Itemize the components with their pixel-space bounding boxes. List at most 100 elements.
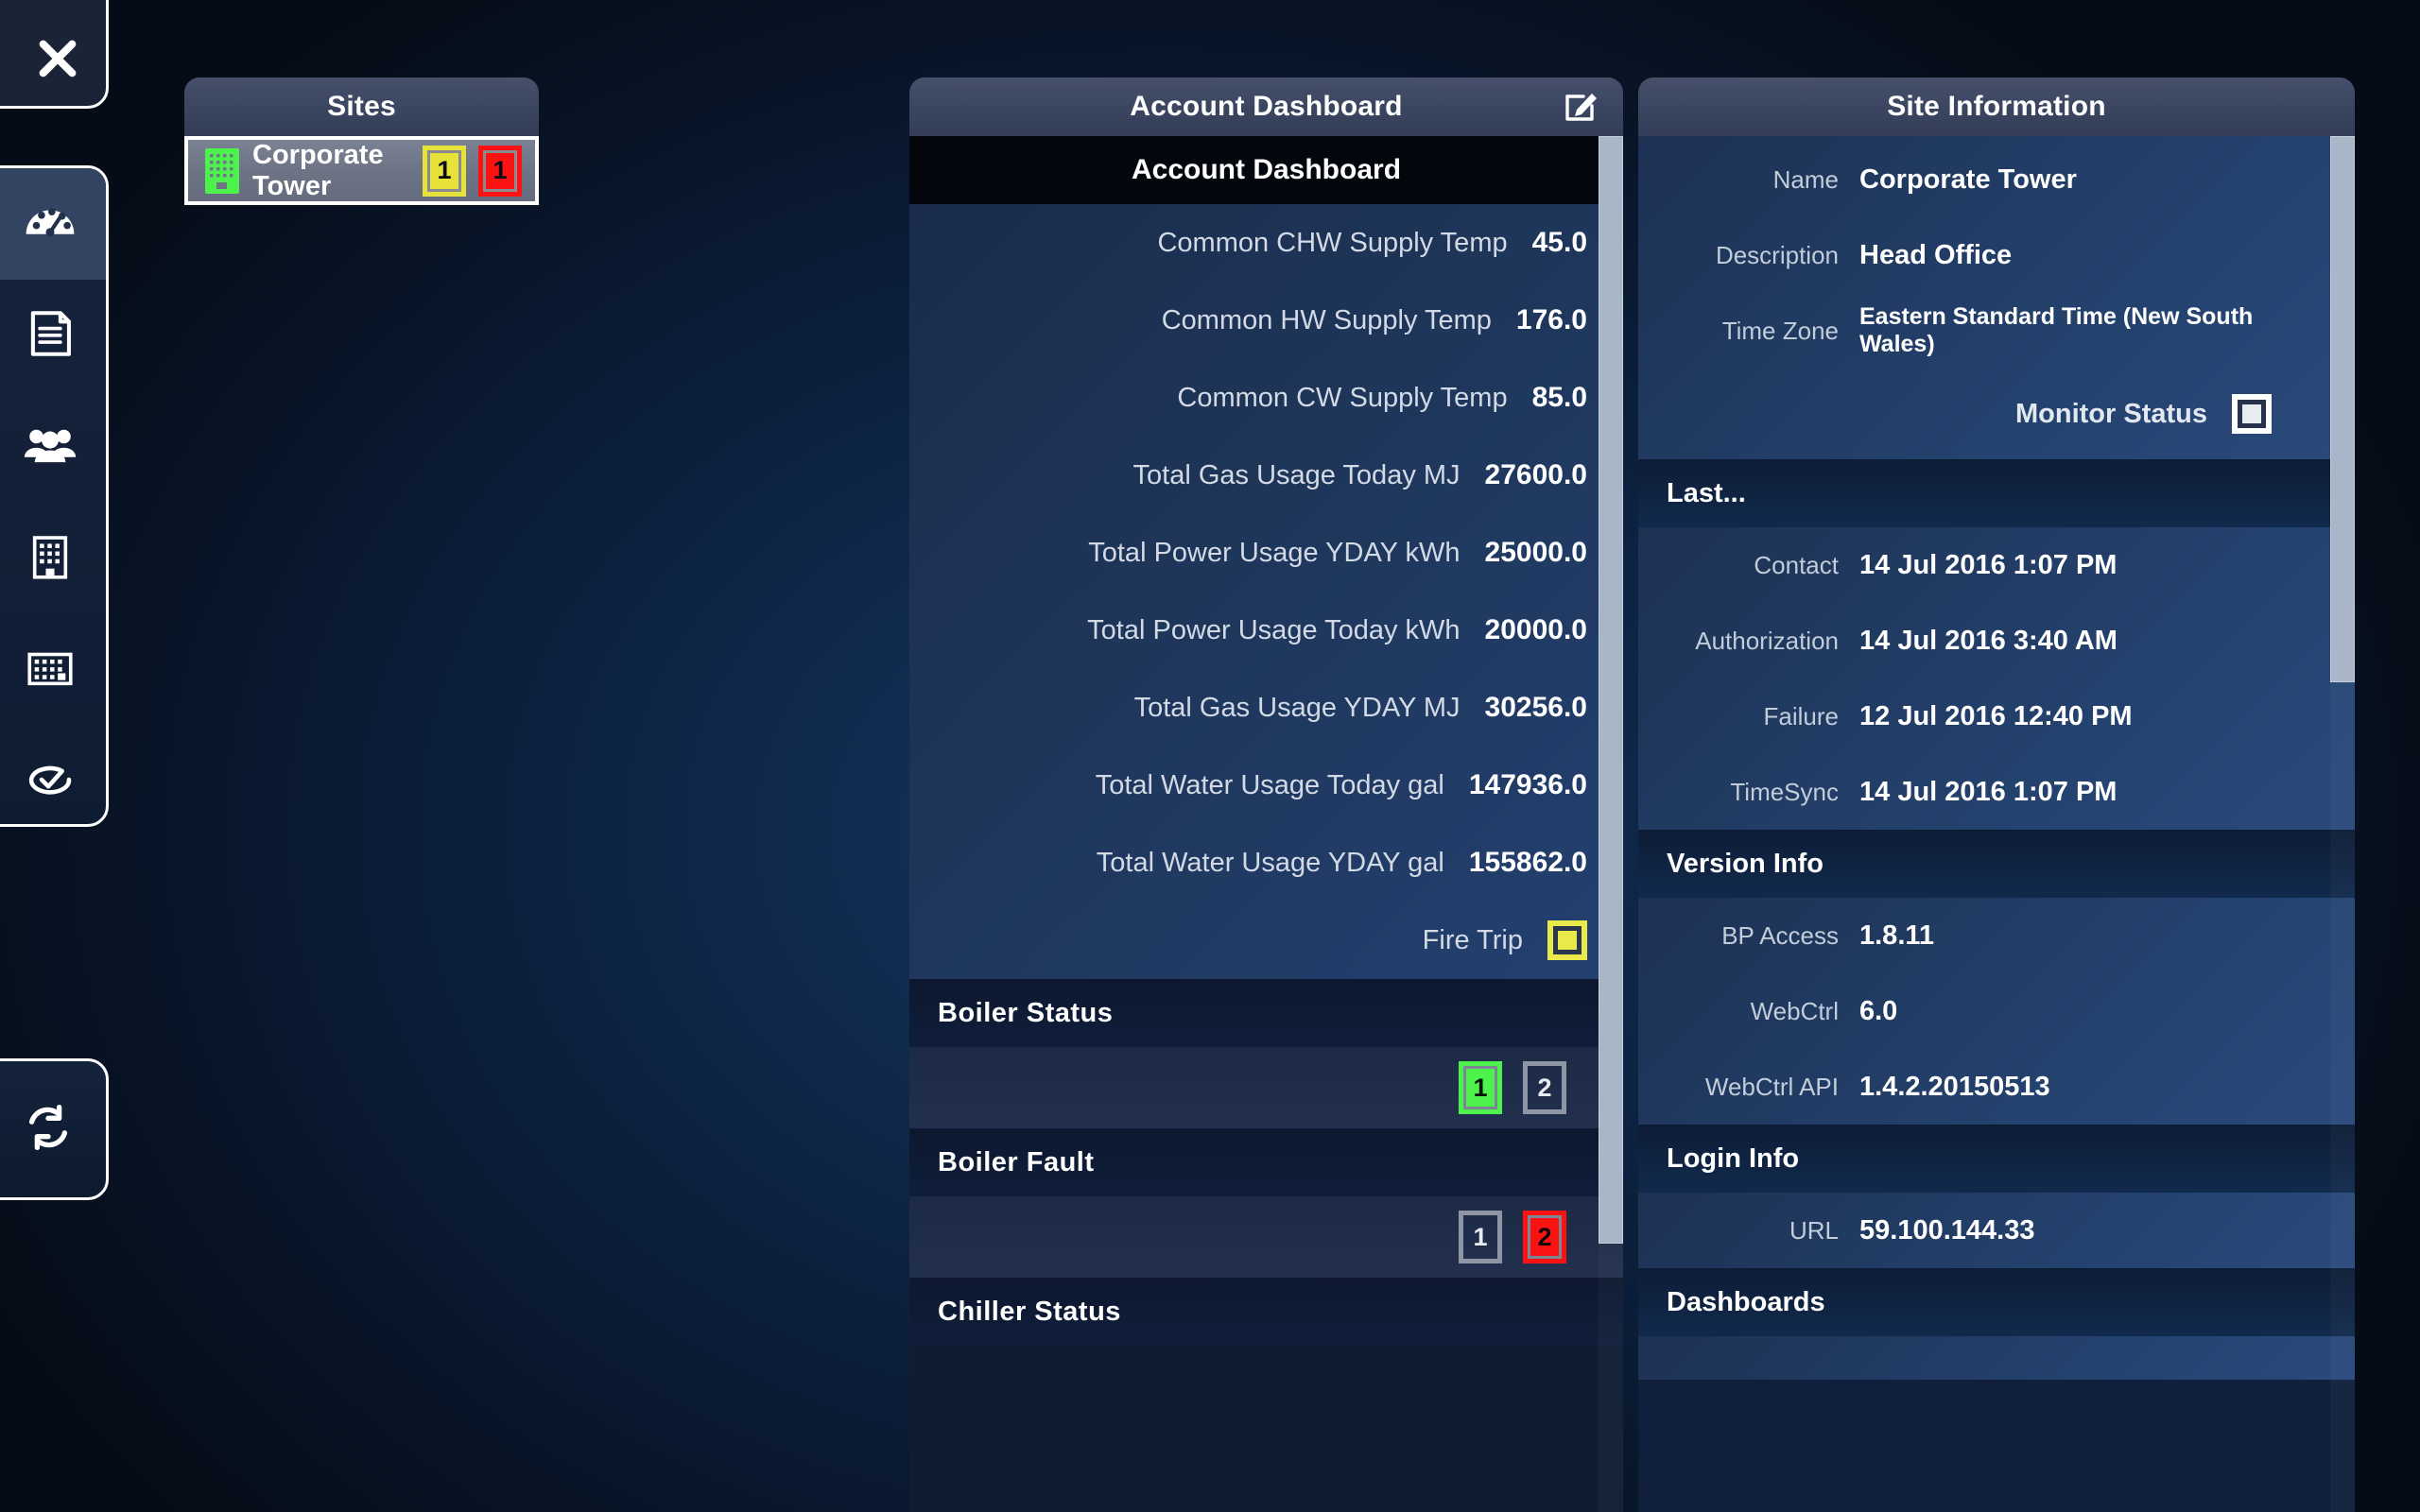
boiler-status-badge-2[interactable]: 2 (1523, 1061, 1566, 1114)
metric-label: Total Water Usage Today gal (1095, 769, 1444, 800)
people-icon (23, 418, 78, 477)
dashboard-scrollbar[interactable] (1599, 136, 1623, 1512)
metric-label: Common CHW Supply Temp (1157, 227, 1508, 258)
metric-label: Common CW Supply Temp (1177, 382, 1508, 413)
sidebar-item-equipment[interactable] (0, 614, 106, 726)
metric-value: 45.0 (1531, 227, 1587, 258)
metric-label: Total Gas Usage Today MJ (1132, 459, 1461, 490)
field-value: 14 Jul 2016 1:07 PM (1859, 776, 2118, 807)
field-value: 12 Jul 2016 12:40 PM (1859, 700, 2133, 731)
sites-panel-title: Sites (327, 91, 396, 122)
status-badge-warning[interactable]: 1 (423, 145, 466, 197)
metric-row: Total Gas Usage Today MJ 27600.0 (909, 437, 1623, 514)
boiler-fault-badge-2[interactable]: 2 (1523, 1211, 1566, 1263)
dashboard-panel-title: Account Dashboard (1130, 91, 1403, 122)
version-webctrl-row: WebCtrl 6.0 (1638, 973, 2355, 1049)
sidebar-item-schedules[interactable] (0, 726, 106, 824)
yellow-square-indicator (1547, 920, 1587, 960)
site-info-scrollbar-thumb[interactable] (2330, 136, 2355, 682)
refresh-button[interactable] (0, 1058, 109, 1200)
metric-value: 25000.0 (1484, 537, 1587, 568)
site-badges: 1 1 (423, 145, 522, 197)
metric-value: 27600.0 (1484, 459, 1587, 490)
metric-value: 85.0 (1531, 382, 1587, 413)
metrics-list: Common CHW Supply Temp 45.0 Common HW Su… (909, 204, 1623, 979)
group-row-boiler-status: 1 2 (909, 1047, 1623, 1128)
edit-dashboard-button[interactable] (1561, 86, 1602, 128)
field-label: Authorization (1695, 626, 1839, 655)
group-header-chiller-status: Chiller Status (909, 1278, 1623, 1346)
field-value: 14 Jul 2016 1:07 PM (1859, 549, 2118, 580)
site-info-section-last: Last... (1638, 459, 2355, 527)
metric-row-fire-trip: Fire Trip (909, 902, 1623, 979)
site-info-section-login: Login Info (1638, 1125, 2355, 1193)
dashboard-scroll-body: Account Dashboard Common CHW Supply Temp… (909, 136, 1623, 1512)
field-label: URL (1789, 1215, 1839, 1245)
field-value: Corporate Tower (1859, 163, 2077, 195)
building-icon (23, 529, 78, 589)
field-label: Time Zone (1721, 316, 1839, 345)
site-list-item-corporate-tower[interactable]: Corporate Tower 1 1 (184, 136, 539, 205)
metric-row: Total Water Usage Today gal 147936.0 (909, 747, 1623, 824)
document-icon (23, 306, 78, 366)
last-authorization-row: Authorization 14 Jul 2016 3:40 AM (1638, 603, 2355, 679)
site-info-scrollbar[interactable] (2330, 136, 2355, 1512)
login-url-row: URL 59.100.144.33 (1638, 1193, 2355, 1268)
metric-value: 30256.0 (1484, 692, 1587, 723)
field-value: 1.4.2.20150513 (1859, 1071, 2050, 1102)
white-square-indicator (2232, 394, 2272, 434)
monitor-status-label: Monitor Status (2015, 398, 2207, 429)
dashboard-scrollbar-thumb[interactable] (1599, 136, 1623, 1244)
fire-trip-label: Fire Trip (1422, 924, 1523, 955)
group-header-boiler-status: Boiler Status (909, 979, 1623, 1047)
field-label: WebCtrl API (1704, 1072, 1839, 1101)
field-label: BP Access (1721, 920, 1839, 950)
sites-panel-header: Sites (184, 77, 539, 136)
metric-row: Total Water Usage YDAY gal 155862.0 (909, 824, 1623, 902)
field-value: Eastern Standard Time (New South Wales) (1859, 303, 2254, 357)
site-info-panel-header: Site Information (1638, 77, 2355, 136)
site-info-details-block: Name Corporate Tower Description Head Of… (1638, 136, 2355, 459)
site-info-version-block: BP Access 1.8.11 WebCtrl 6.0 WebCtrl API… (1638, 898, 2355, 1125)
dashboard-subheader: Account Dashboard (909, 136, 1623, 204)
building-icon (205, 147, 239, 194)
site-info-monitor-status: Monitor Status (1638, 369, 2355, 459)
boiler-fault-badge-1[interactable]: 1 (1459, 1211, 1502, 1263)
group-header-boiler-fault: Boiler Fault (909, 1128, 1623, 1196)
metric-row: Total Power Usage YDAY kWh 25000.0 (909, 514, 1623, 592)
refresh-icon (19, 1098, 78, 1161)
dashboards-row (1638, 1336, 2355, 1380)
field-value: 6.0 (1859, 995, 1898, 1026)
metric-label: Total Power Usage YDAY kWh (1088, 537, 1461, 568)
site-info-field-name: Name Corporate Tower (1638, 142, 2355, 217)
sidebar-item-dashboard[interactable] (0, 168, 106, 280)
metric-value: 20000.0 (1484, 614, 1587, 645)
field-value: 1.8.11 (1859, 919, 1935, 951)
site-information-panel: Site Information Name Corporate Tower De… (1638, 77, 2355, 1512)
metric-row: Common HW Supply Temp 176.0 (909, 282, 1623, 359)
boiler-status-badge-1[interactable]: 1 (1459, 1061, 1502, 1114)
metric-value: 176.0 (1515, 304, 1587, 335)
gauge-icon (23, 195, 78, 254)
sidebar-item-users[interactable] (0, 391, 106, 503)
version-bp-access-row: BP Access 1.8.11 (1638, 898, 2355, 973)
field-value: 59.100.144.33 (1859, 1214, 2035, 1246)
keypad-icon (23, 641, 78, 700)
metric-row: Common CHW Supply Temp 45.0 (909, 204, 1623, 282)
app-root: Sites Corporate Tower 1 1 Account Dashbo… (0, 0, 2420, 1512)
sidebar-item-sites[interactable] (0, 503, 106, 614)
dashboard-panel-header: Account Dashboard (909, 77, 1623, 136)
close-button[interactable] (0, 0, 109, 109)
metric-row: Total Power Usage Today kWh 20000.0 (909, 592, 1623, 669)
field-label: Name (1772, 164, 1839, 194)
metric-row: Common CW Supply Temp 85.0 (909, 359, 1623, 437)
last-failure-row: Failure 12 Jul 2016 12:40 PM (1638, 679, 2355, 754)
metric-label: Total Water Usage YDAY gal (1096, 847, 1444, 878)
metric-label: Total Gas Usage YDAY MJ (1133, 692, 1461, 723)
sidebar-item-reports[interactable] (0, 280, 106, 391)
field-label: Contact (1754, 550, 1839, 579)
sidebar-nav (0, 165, 109, 827)
metric-label: Total Power Usage Today kWh (1087, 614, 1461, 645)
field-label: Description (1715, 240, 1839, 269)
status-badge-alarm[interactable]: 1 (478, 145, 522, 197)
